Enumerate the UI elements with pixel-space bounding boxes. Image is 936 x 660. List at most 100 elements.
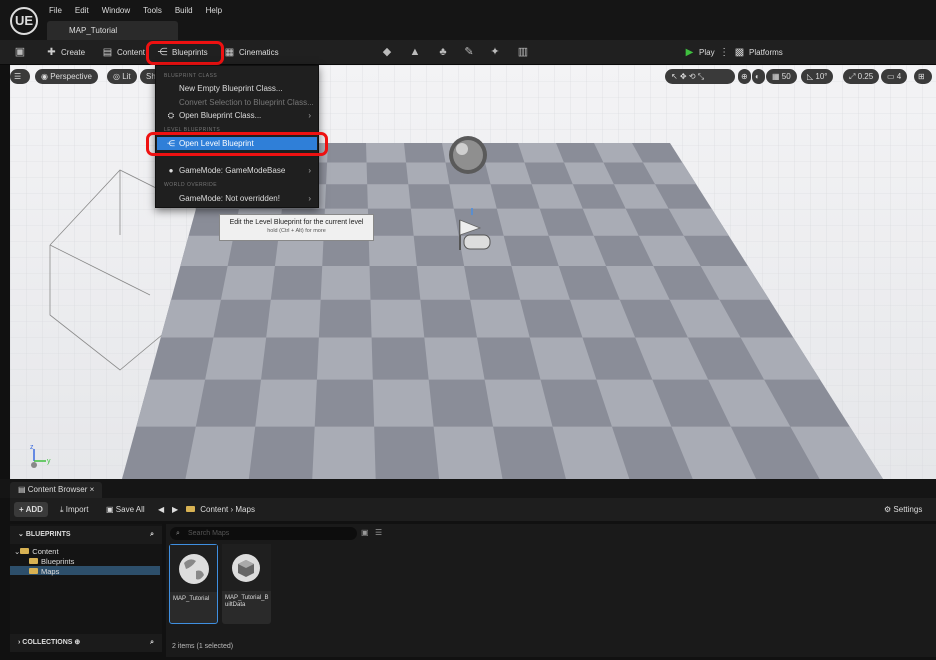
search-input[interactable]: ⌕ Search Maps	[170, 527, 357, 540]
collections-section-label: COLLECTIONS	[22, 639, 73, 646]
floor-tile	[424, 337, 485, 380]
landscape-icon[interactable]: ▲	[409, 46, 421, 58]
floor-tile	[416, 265, 471, 300]
cinematics-label: Cinematics	[239, 48, 279, 57]
paint-icon[interactable]: ✎	[463, 46, 475, 58]
surface-snap-icon[interactable]: ◐	[752, 69, 765, 84]
create-label: Create	[61, 48, 86, 57]
plus-icon: +	[19, 505, 26, 514]
layout-icon[interactable]: ⊞	[914, 69, 932, 84]
convert-selection-item[interactable]: Convert Selection to Blueprint Class...	[157, 96, 317, 109]
asset-thumbnail	[222, 544, 271, 591]
highlight-blueprints-button	[146, 41, 224, 65]
save-search-icon[interactable]: ▣	[361, 528, 369, 537]
content-label: Content	[117, 48, 146, 57]
content-browser-tab[interactable]: ▤ Content Browser ×	[10, 482, 103, 498]
fracture-icon[interactable]: ▥	[517, 46, 529, 58]
gamemode-override-label: GameMode: Not overridden!	[179, 194, 280, 203]
menu-window[interactable]: Window	[102, 6, 130, 15]
title-bar: UE File Edit Window Tools Build Help MAP…	[0, 0, 936, 44]
tooltip-hint: hold (Ctrl + Alt) for more	[267, 228, 326, 234]
history-forward-icon[interactable]: ▶	[172, 502, 178, 517]
new-empty-blueprint-item[interactable]: New Empty Blueprint Class...	[157, 82, 317, 95]
menu-edit[interactable]: Edit	[75, 6, 89, 15]
collections-section-header[interactable]: › COLLECTIONS ⊕ ⌕	[10, 634, 162, 652]
floor-tile	[312, 426, 376, 479]
tree-item-maps[interactable]: Maps	[29, 567, 59, 576]
blueprints-section-header[interactable]: ⌄ BLUEPRINTS ⌕	[10, 526, 162, 544]
submenu-arrow-icon: ›	[308, 194, 311, 203]
floor-tile	[470, 299, 530, 338]
menu-help[interactable]: Help	[206, 6, 222, 15]
select-mode-icon[interactable]: ◆	[381, 46, 393, 58]
play-button[interactable]: ▶ Play ⋮	[684, 45, 730, 60]
search-icon[interactable]: ⌕	[150, 526, 154, 544]
lit-button[interactable]: ◎ Lit	[107, 69, 137, 84]
floor-tile	[366, 143, 407, 163]
perspective-label: Perspective	[50, 72, 92, 81]
breadcrumb-maps[interactable]: Maps	[235, 505, 255, 514]
gamemode-item[interactable]: ● GameMode: GameModeBase ›	[157, 164, 317, 177]
tree-item-blueprints[interactable]: Blueprints	[29, 557, 74, 566]
rotation-snap-value: 10°	[815, 72, 828, 81]
status-text: 2 items (1 selected)	[172, 643, 234, 650]
gamemode-override-item[interactable]: GameMode: Not overridden! ›	[157, 192, 317, 205]
platforms-button[interactable]: ▩ Platforms	[734, 45, 783, 60]
modeling-icon[interactable]: ✦	[489, 46, 501, 58]
cinematics-icon: ▦	[224, 47, 235, 58]
add-collection-icon[interactable]: ⊕	[74, 639, 80, 646]
asset-tile-map[interactable]: MAP_Tutorial	[169, 544, 218, 624]
save-all-label: Save All	[115, 505, 145, 514]
viewport-menu-icon[interactable]: ☰	[10, 69, 30, 84]
perspective-button[interactable]: ◉ Perspective	[35, 69, 98, 84]
history-back-icon[interactable]: ◀	[158, 502, 164, 517]
floor-tile	[220, 265, 275, 300]
search-icon[interactable]: ⌕	[150, 634, 154, 652]
content-browser-icon: ▤	[18, 485, 28, 494]
grid-snap-icon: ▦	[772, 72, 782, 81]
menu-file[interactable]: File	[49, 6, 62, 15]
floor-tile	[160, 299, 221, 338]
menu-bar: File Edit Window Tools Build Help	[49, 6, 222, 15]
level-viewport[interactable]: z y ☰ ◉ Perspective ◎ Lit Sh ↖ ✥ ⟲ ⤡ ⊕ ◐…	[10, 65, 936, 479]
content-icon: ▤	[102, 47, 113, 58]
floor-tile	[370, 299, 425, 338]
scale-snap-button[interactable]: ⤢ 0.25	[843, 69, 880, 84]
filter-icon[interactable]: ☰	[375, 528, 382, 537]
floor-tile	[410, 208, 459, 236]
grid-snap-button[interactable]: ▦ 50	[766, 69, 797, 84]
add-button[interactable]: + ADD	[14, 502, 48, 517]
grid-snap-value: 50	[781, 72, 791, 81]
close-icon[interactable]: ×	[90, 485, 95, 494]
camera-speed-value: 4	[896, 72, 902, 81]
floor-tile	[449, 184, 497, 209]
menu-tools[interactable]: Tools	[143, 6, 162, 15]
foliage-icon[interactable]: ♣	[437, 46, 449, 58]
breadcrumb-content[interactable]: Content	[200, 505, 228, 514]
globe-icon	[179, 554, 209, 584]
submenu-arrow-icon: ›	[308, 166, 311, 175]
sources-panel: ⌄ BLUEPRINTS ⌕ › COLLECTIONS ⊕ ⌕	[10, 524, 162, 652]
camera-speed-button[interactable]: ▭ 4	[881, 69, 908, 84]
transform-tools[interactable]: ↖ ✥ ⟲ ⤡	[665, 69, 735, 84]
content-button[interactable]: ▤ Content	[102, 45, 145, 60]
tree-item-content[interactable]: ⌄ Content	[14, 547, 59, 556]
add-label: ADD	[25, 505, 43, 514]
tooltip-text: Edit the Level Blueprint for the current…	[229, 219, 364, 226]
section-blueprint-class: BLUEPRINT CLASS	[164, 73, 218, 79]
settings-button[interactable]: ⚙ Settings	[884, 502, 922, 517]
asset-tile-builtdata[interactable]: MAP_Tutorial_BuiltData	[222, 544, 271, 624]
floor-tile	[433, 426, 503, 479]
menu-build[interactable]: Build	[175, 6, 193, 15]
save-all-button[interactable]: ▣ Save All	[106, 502, 145, 517]
more-options-icon[interactable]: ⋮	[719, 47, 730, 58]
level-tab[interactable]: MAP_Tutorial	[47, 21, 178, 40]
world-space-icon[interactable]: ⊕	[738, 69, 751, 84]
floor-tile	[316, 337, 373, 380]
save-icon[interactable]: ▣	[14, 46, 26, 58]
cinematics-button[interactable]: ▦ Cinematics	[224, 45, 279, 60]
rotation-snap-button[interactable]: ◺ 10°	[801, 69, 834, 84]
import-button[interactable]: ⤓ Import	[60, 502, 88, 517]
open-blueprint-class-item[interactable]: ⛭ Open Blueprint Class... ›	[157, 109, 317, 122]
create-button[interactable]: ✚ Create	[46, 45, 85, 60]
